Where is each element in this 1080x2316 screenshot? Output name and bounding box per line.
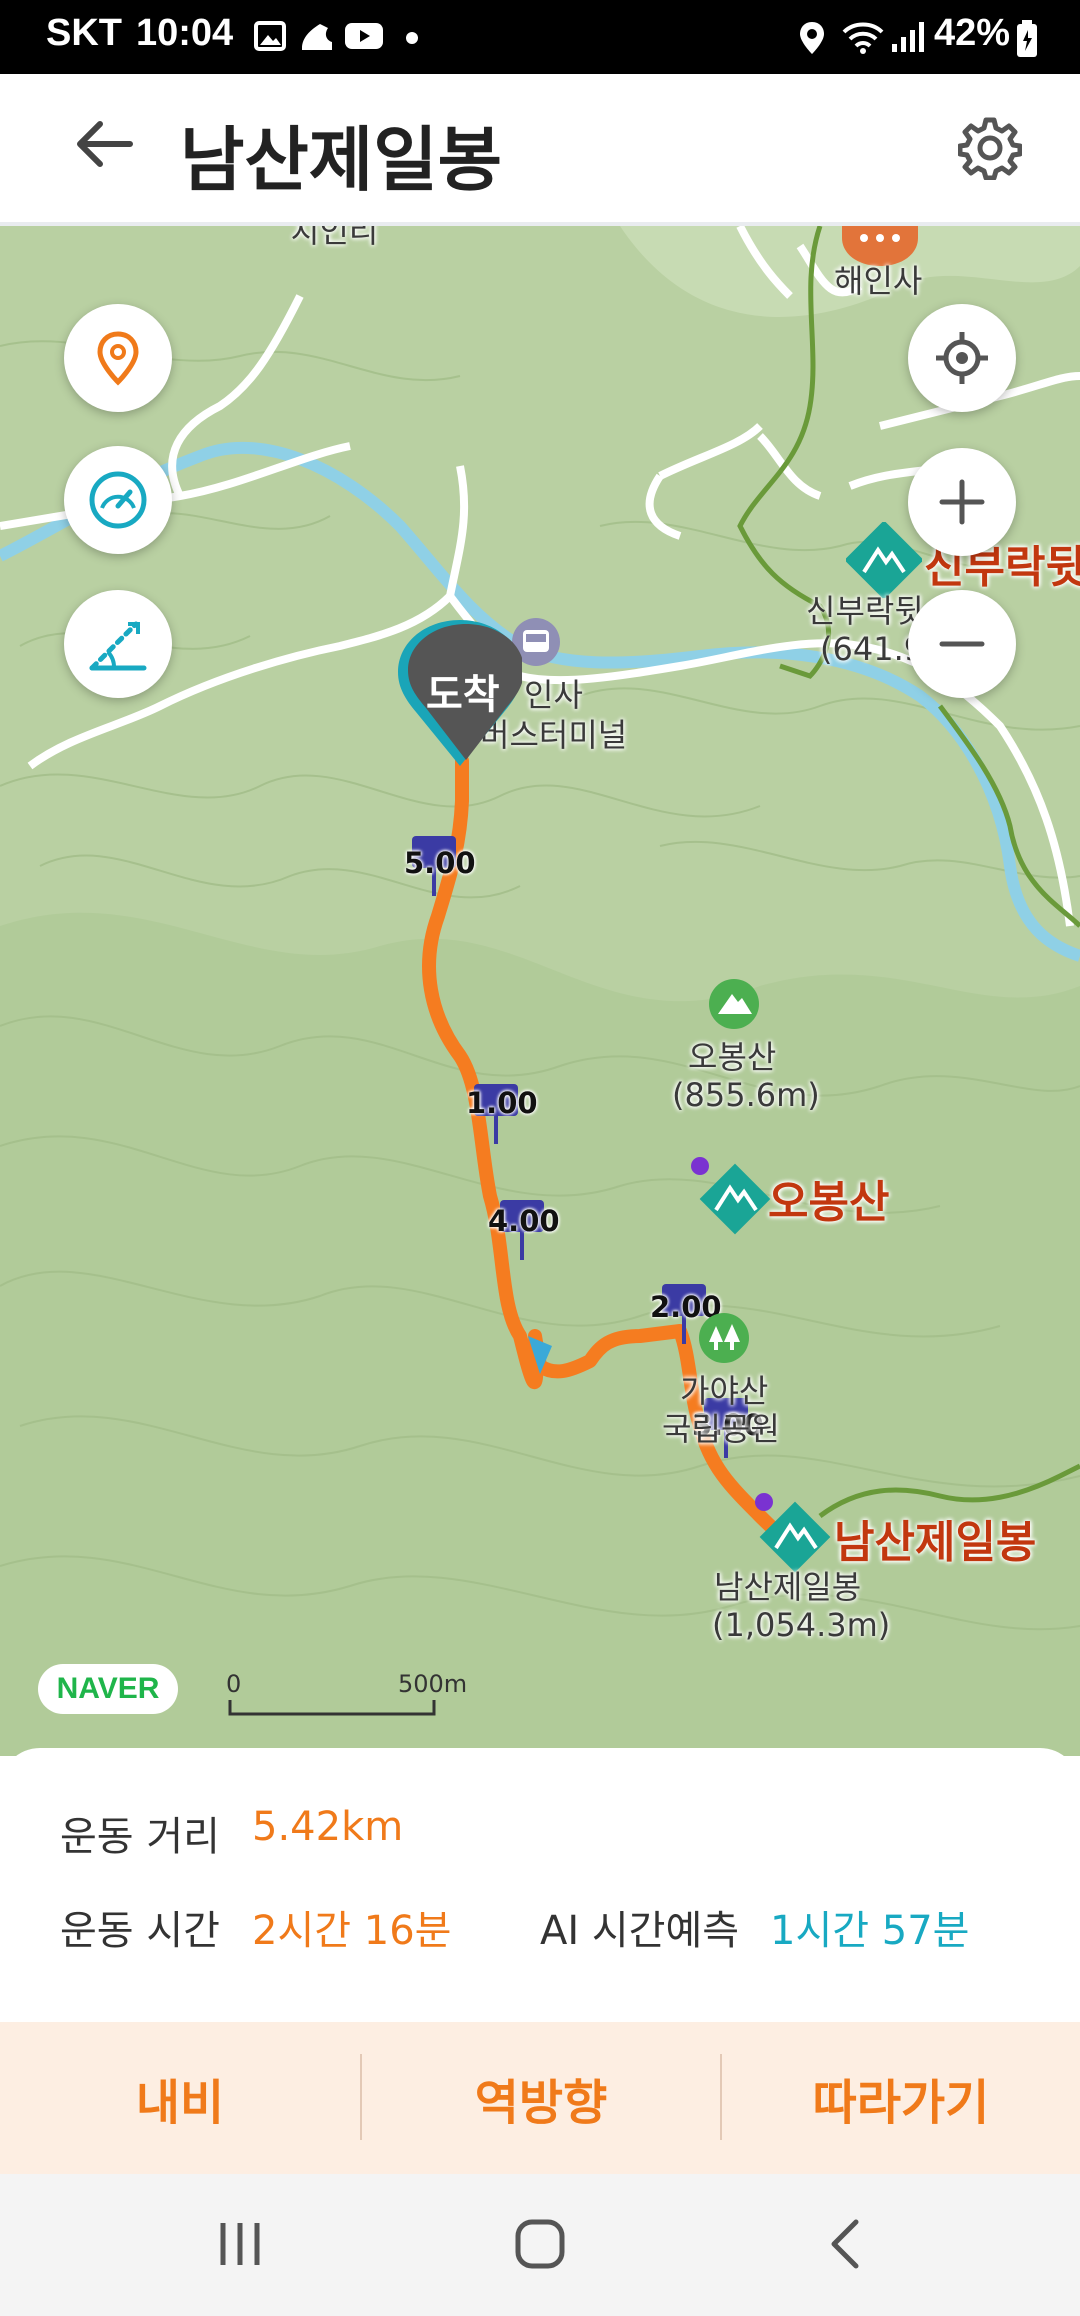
wifi-icon xyxy=(842,22,884,54)
map-label-bus-1: 인사 xyxy=(524,676,583,714)
recent-apps-icon xyxy=(220,2223,260,2265)
mountain-peak-icon xyxy=(846,522,922,598)
reverse-button[interactable]: 역방향 xyxy=(362,2022,720,2174)
map-label-namsan-elev: (1,054.3m) xyxy=(712,1606,891,1644)
speedometer-icon xyxy=(89,471,147,529)
system-back-button[interactable] xyxy=(804,2204,884,2284)
naver-logo: NAVER xyxy=(38,1664,178,1714)
map-label-sinbu: 신부락뒷 xyxy=(806,592,924,630)
more-dot-icon xyxy=(406,32,418,44)
zoom-in-button[interactable] xyxy=(908,448,1016,556)
park-icon xyxy=(699,1313,749,1363)
map-label-haeinsa: 해인사 xyxy=(834,262,923,300)
navi-button[interactable]: 내비 xyxy=(0,2022,360,2174)
km-marker-label: 5.00 xyxy=(404,846,476,880)
peak-name-namsan: 남산제일봉 xyxy=(834,1517,1037,1568)
shoe-notification-icon xyxy=(302,24,332,50)
km-marker-label: 4.00 xyxy=(488,1204,560,1238)
peak-name-obong: 오봉산 xyxy=(768,1177,890,1228)
back-button[interactable] xyxy=(64,104,144,184)
speedometer-button[interactable] xyxy=(64,446,172,554)
ai-time-value: 1시간 57분 xyxy=(770,1908,970,1954)
map-label-obong-elev: (855.6m) xyxy=(672,1076,820,1114)
distance-value: 5.42km xyxy=(252,1804,404,1850)
mountain-green-icon xyxy=(709,979,759,1029)
settings-button[interactable] xyxy=(950,108,1030,188)
youtube-notification-icon xyxy=(345,23,383,49)
app-header: 남산제일봉 xyxy=(0,74,1080,226)
mountain-peak-icon xyxy=(755,1493,831,1573)
scale-zero-label: 0 xyxy=(226,1670,242,1698)
plus-icon xyxy=(939,479,985,525)
map-label-gaya-2: 국립공원 xyxy=(662,1410,780,1448)
battery-percent: 42% xyxy=(934,12,1011,54)
location-pin-icon xyxy=(97,331,139,386)
home-icon xyxy=(515,2219,565,2269)
mountain-peak-icon xyxy=(691,1157,771,1235)
elevation-button[interactable] xyxy=(64,590,172,698)
map-view[interactable]: 치인리 해인사 신부락뒷 신부락뒷 (641.9 인사 버스터미널 도착 5.0… xyxy=(0,226,1080,1756)
map-label-obong: 오봉산 xyxy=(688,1038,777,1076)
map-label-top: 치인리 xyxy=(290,226,379,250)
map-label-gaya-1: 가야산 xyxy=(680,1372,769,1410)
elevation-angle-icon xyxy=(89,621,147,671)
back-arrow-icon xyxy=(77,121,133,167)
status-bar: SKT 10:04 42% xyxy=(0,0,1080,74)
clock: 10:04 xyxy=(136,12,234,54)
arrival-pin-label: 도착 xyxy=(426,672,500,718)
chevron-left-icon xyxy=(831,2219,859,2269)
image-notification-icon xyxy=(254,21,286,51)
system-nav-bar xyxy=(0,2174,1080,2316)
follow-button[interactable]: 따라가기 xyxy=(722,2022,1080,2174)
location-icon xyxy=(800,22,824,54)
route-summary-sheet: 운동 거리 5.42km 운동 시간 2시간 16분 AI 시간예측 1시간 5… xyxy=(0,1748,1080,2024)
time-label: 운동 시간 xyxy=(60,1908,220,1954)
scale-distance-label: 500m xyxy=(398,1670,468,1698)
recent-apps-button[interactable] xyxy=(200,2204,280,2284)
map-label-namsan: 남산제일봉 xyxy=(714,1568,862,1606)
crosshair-icon xyxy=(936,332,988,384)
minus-icon xyxy=(939,641,985,647)
km-marker-label: 1.00 xyxy=(466,1086,538,1120)
distance-label: 운동 거리 xyxy=(60,1814,220,1860)
page-title: 남산제일봉 xyxy=(180,119,502,201)
time-value: 2시간 16분 xyxy=(252,1908,452,1954)
my-location-button[interactable] xyxy=(908,304,1016,412)
carrier-label: SKT xyxy=(46,12,122,54)
home-button[interactable] xyxy=(500,2204,580,2284)
battery-icon xyxy=(1017,20,1037,57)
arrival-pin[interactable]: 도착 xyxy=(398,620,522,770)
zoom-out-button[interactable] xyxy=(908,590,1016,698)
signal-icon xyxy=(892,22,924,52)
scale-bar xyxy=(228,1700,436,1716)
ai-time-label: AI 시간예측 xyxy=(540,1908,740,1954)
gear-icon xyxy=(958,117,1022,180)
location-pin-button[interactable] xyxy=(64,304,172,412)
temple-icon xyxy=(842,226,918,266)
action-bar: 내비 역방향 따라가기 xyxy=(0,2022,1080,2174)
